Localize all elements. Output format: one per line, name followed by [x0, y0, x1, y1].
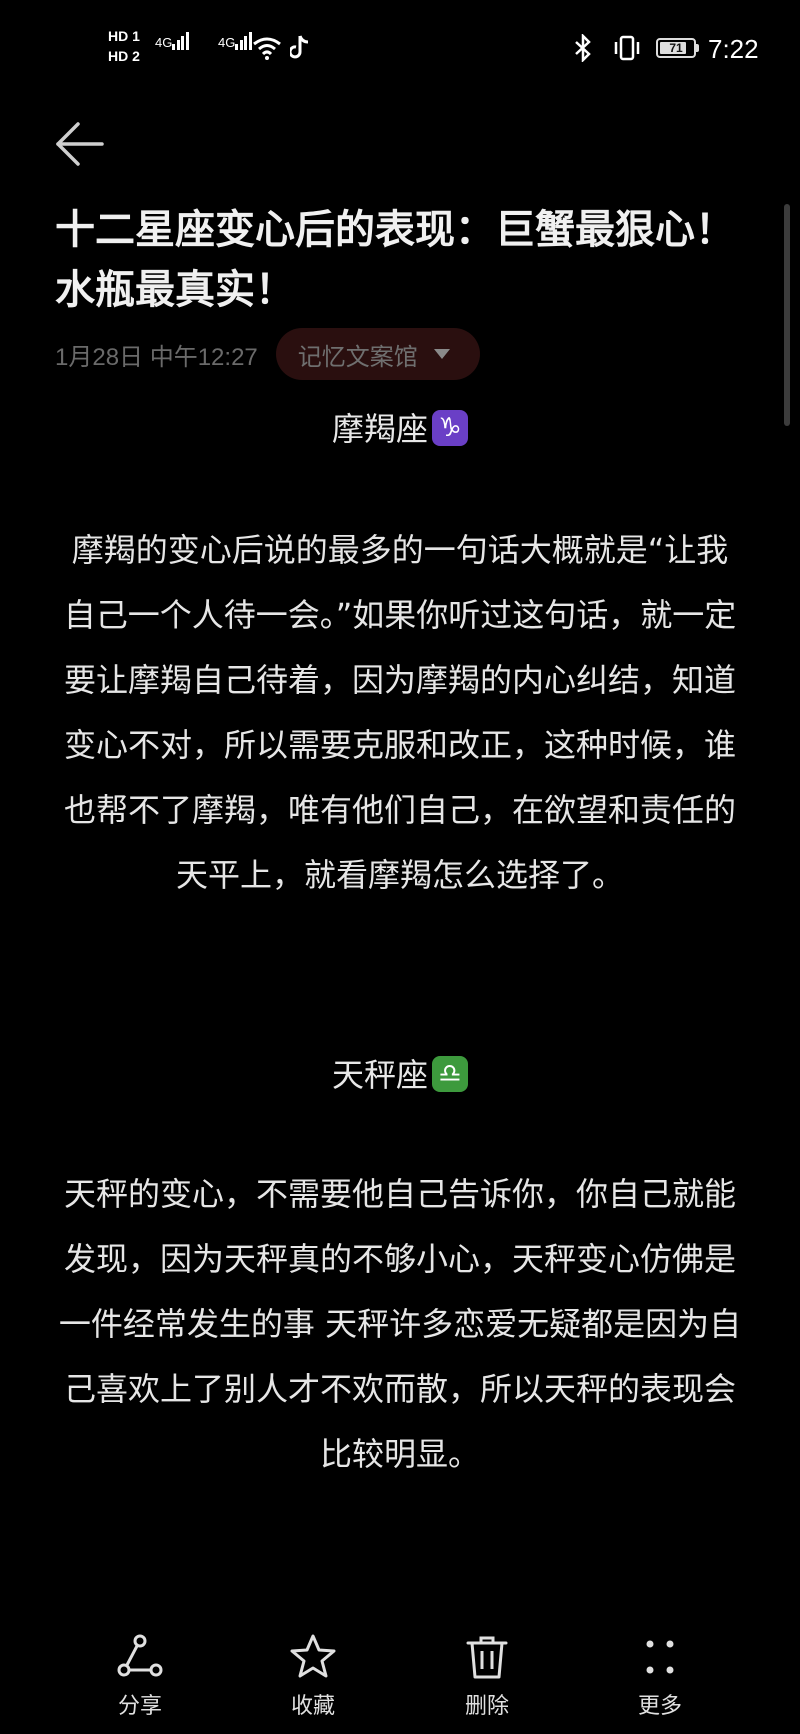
bluetooth-icon	[575, 34, 591, 62]
note-date: 1月28日 中午12:27	[55, 343, 258, 371]
libra-icon: ♎	[432, 1056, 468, 1092]
note-meta: 1月28日 中午12:27 记忆文案馆	[55, 328, 480, 380]
status-bar: HD 1 HD 2 4G 4G 71 7:22	[0, 0, 800, 100]
network-2-label: 4G	[218, 35, 236, 50]
status-time: 7:22	[708, 34, 759, 64]
network-1-label: 4G	[155, 35, 173, 50]
trash-icon	[466, 1636, 508, 1679]
battery-tip	[696, 44, 699, 52]
signal-1-icon: 4G	[155, 32, 190, 50]
more-button[interactable]: 更多	[600, 1632, 720, 1720]
share-button[interactable]: 分享	[80, 1632, 200, 1720]
folder-selector[interactable]: 记忆文案馆	[275, 328, 480, 380]
section-heading-text: 天秤座	[331, 1056, 428, 1094]
section-body-libra: 天秤的变心，不需要他自己告诉你，你自己就能发现，因为天秤真的不够小心，天秤变心仿…	[58, 1175, 742, 1473]
hd-indicator: HD 1 HD 2	[108, 26, 140, 66]
back-arrow-icon	[56, 122, 104, 166]
share-label: 分享	[117, 1694, 162, 1719]
back-button[interactable]	[52, 116, 108, 172]
battery-level: 71	[669, 41, 683, 55]
chevron-down-icon	[433, 349, 450, 359]
favorite-label: 收藏	[290, 1694, 335, 1719]
more-dots-icon	[646, 1640, 674, 1674]
tiktok-icon	[290, 35, 309, 59]
hd2-label: HD 2	[108, 48, 140, 64]
delete-button[interactable]: 删除	[427, 1632, 547, 1720]
vibrate-icon	[614, 35, 640, 61]
hd1-label: HD 1	[108, 28, 140, 44]
section-body-capricorn: 摩羯的变心后说的最多的一句话大概就是“让我自己一个人待一会。”如果你听过这句话，…	[63, 531, 737, 894]
capricorn-icon: ♑	[432, 410, 468, 446]
battery-icon: 71	[656, 38, 696, 58]
scrollbar-thumb[interactable]	[784, 204, 790, 426]
favorite-button[interactable]: 收藏	[253, 1632, 373, 1720]
star-icon	[290, 1634, 336, 1678]
section-heading-libra: 天秤座 ♎	[0, 1050, 800, 1096]
delete-label: 删除	[464, 1694, 509, 1719]
section-heading-text: 摩羯座	[331, 410, 428, 448]
more-label: 更多	[637, 1694, 682, 1719]
note-title: 十二星座变心后的表现：巨蟹最狠心！水瓶最真实！	[55, 207, 735, 313]
folder-name: 记忆文案馆	[297, 342, 418, 371]
bottom-toolbar: 分享 收藏 删除 更多	[0, 1620, 800, 1734]
signal-2-icon: 4G	[218, 32, 253, 50]
wifi-icon	[253, 37, 281, 60]
share-icon	[117, 1634, 163, 1677]
section-heading-capricorn: 摩羯座 ♑	[0, 404, 800, 450]
